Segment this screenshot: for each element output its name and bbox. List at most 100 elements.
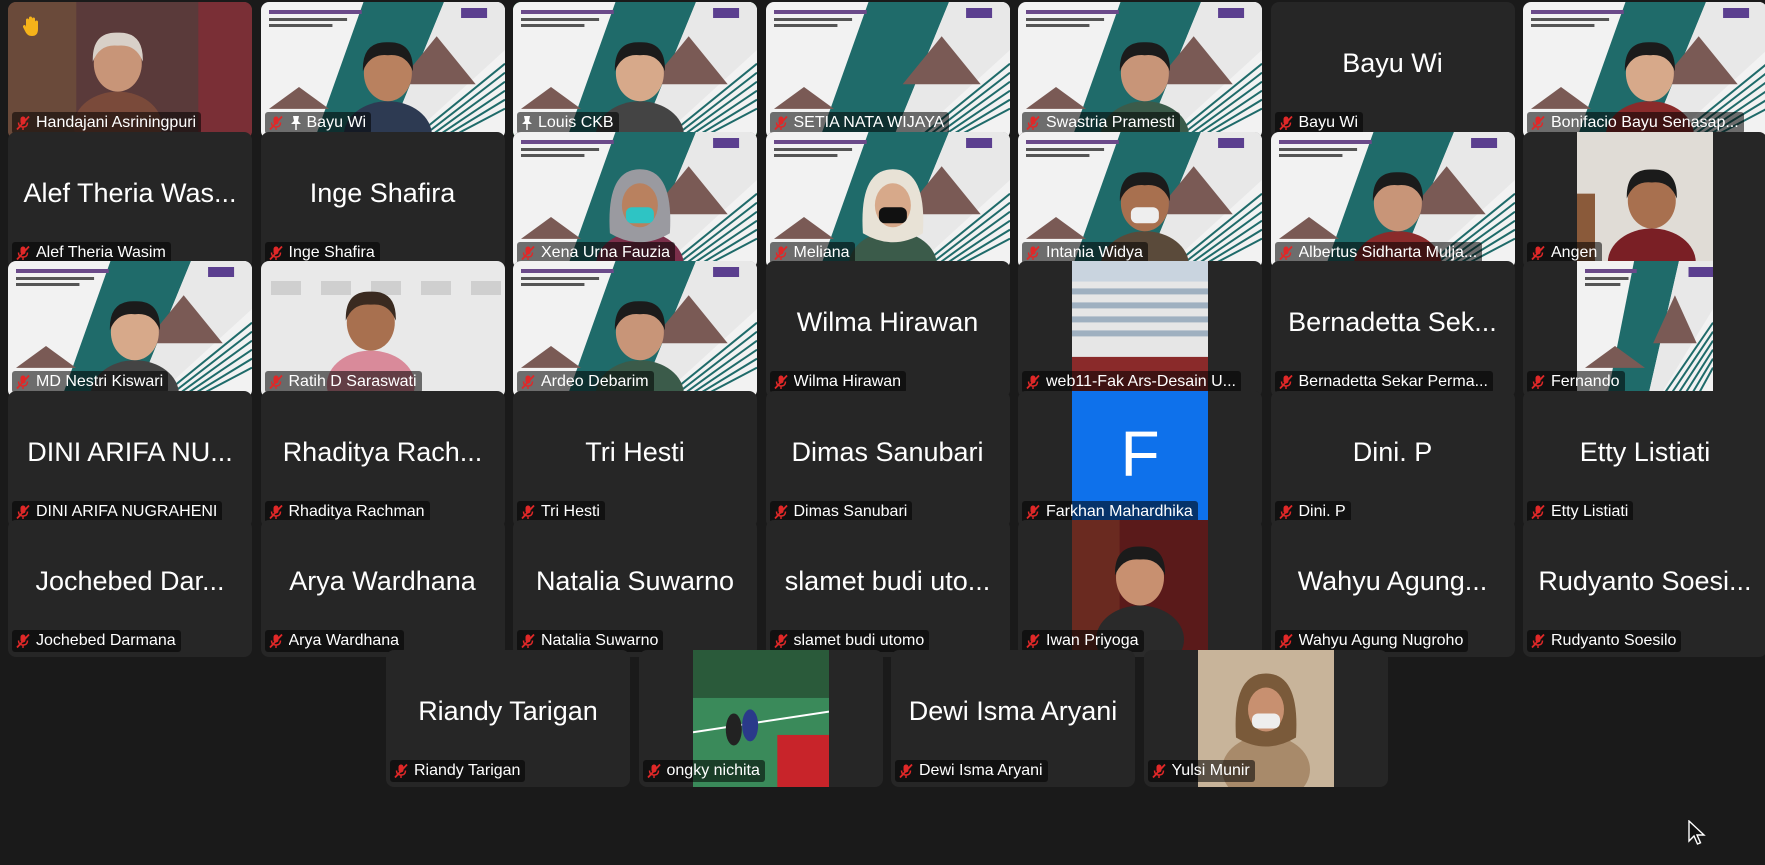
mic-muted-icon	[1026, 374, 1040, 390]
participant-name: Farkhan Mahardhika	[1046, 502, 1193, 520]
participant-tile[interactable]: Alef Theria Was... Alef Theria Wasim	[8, 131, 252, 269]
participant-tile[interactable]: Bonifacio Bayu Senasap...	[1523, 2, 1765, 139]
participant-tile[interactable]: Intania Widya	[1018, 131, 1262, 269]
mic-muted-icon	[268, 115, 283, 131]
mic-muted-icon	[1531, 374, 1545, 390]
raised-hand-icon	[22, 16, 38, 36]
participant-tile[interactable]: Natalia Suwarno Natalia Suwarno	[513, 520, 757, 657]
participant-tile[interactable]: Wilma Hirawan Wilma Hirawan	[765, 261, 1010, 398]
participant-tile[interactable]: Inge Shafira Inge Shafira	[260, 131, 505, 269]
participant-tile[interactable]: Arya Wardhana Arya Wardhana	[260, 520, 505, 657]
participant-tile[interactable]: Ardeo Debarim	[513, 261, 757, 398]
mic-muted-icon	[521, 633, 535, 649]
participant-tile[interactable]: Iwan Priyoga	[1018, 520, 1262, 657]
participant-tile[interactable]: Wahyu Agung... Wahyu Agung Nugroho	[1270, 520, 1515, 657]
mic-muted-icon	[1026, 633, 1040, 649]
mic-muted-icon	[773, 374, 788, 390]
participant-name: Arya Wardhana	[288, 632, 400, 649]
participant-name: Natalia Suwarno	[541, 632, 659, 649]
participant-name: Dimas Sanubari	[793, 502, 908, 520]
mic-muted-icon	[1278, 245, 1293, 260]
participant-name-label: Fernando	[1527, 371, 1625, 393]
participant-name: Bernadetta Sekar Perma...	[1298, 373, 1488, 390]
mic-muted-icon	[1151, 763, 1166, 778]
participant-name: Etty Listiati	[1551, 502, 1629, 520]
participant-tile[interactable]: Albertus Sidharta Mulja...	[1270, 131, 1515, 269]
mic-muted-icon	[268, 504, 283, 519]
participant-name: Iwan Priyoga	[1046, 632, 1139, 649]
participant-tile[interactable]: Dini. P Dini. P	[1270, 390, 1515, 528]
participant-name: Jochebed Darmana	[36, 632, 176, 649]
participant-tile[interactable]: Yulsi Munir	[1143, 649, 1388, 787]
participant-name: Ardeo Debarim	[541, 373, 649, 390]
participant-name-label: Dewi Isma Aryani	[895, 759, 1048, 782]
participant-name-label: Arya Wardhana	[264, 630, 405, 652]
mic-muted-icon	[773, 245, 788, 260]
participant-tile[interactable]: Xena Urna Fauzia	[513, 131, 757, 269]
participant-name-label: Jochebed Darmana	[12, 630, 181, 652]
participant-display-name: Bernadetta Sek...	[1288, 307, 1497, 337]
mic-muted-icon	[773, 115, 788, 131]
participant-name-label: Yulsi Munir	[1147, 759, 1255, 782]
participant-tile[interactable]: DINI ARIFA NU... DINI ARIFA NUGRAHENI	[8, 390, 252, 528]
participant-tile[interactable]: Handajani Asriningpuri	[8, 2, 252, 139]
participant-tile[interactable]: Dewi Isma Aryani Dewi Isma Aryani	[891, 649, 1135, 787]
participant-display-name: Jochebed Dar...	[35, 566, 225, 596]
mouse-cursor-icon	[1688, 820, 1706, 845]
participant-name: Dini. P	[1298, 502, 1346, 520]
participant-name: Riandy Tarigan	[414, 761, 521, 779]
participant-display-name: Dewi Isma Aryani	[908, 695, 1118, 726]
participant-tile[interactable]: Dimas Sanubari Dimas Sanubari	[765, 390, 1010, 528]
participant-name: Dewi Isma Aryani	[919, 761, 1043, 779]
participant-tile[interactable]: Meliana	[765, 131, 1010, 269]
mic-muted-icon	[1531, 245, 1545, 260]
participant-name: Tri Hesti	[541, 502, 600, 520]
participant-tile[interactable]: Riandy Tarigan Riandy Tarigan	[386, 649, 630, 787]
participant-tile[interactable]: Jochebed Dar... Jochebed Darmana	[8, 520, 252, 657]
participant-name: Meliana	[793, 243, 850, 261]
mic-muted-icon	[268, 633, 283, 649]
mic-muted-icon	[16, 245, 30, 260]
mic-muted-icon	[773, 633, 788, 649]
participant-tile[interactable]: Bernadetta Sek... Bernadetta Sekar Perma.…	[1270, 261, 1515, 398]
participant-tile[interactable]: Tri Hesti Tri Hesti	[513, 390, 757, 528]
participant-name: Angen	[1551, 243, 1598, 261]
participant-name: ongky nichita	[666, 761, 760, 779]
participant-tile[interactable]: Fernando	[1523, 261, 1765, 398]
mic-muted-icon	[1278, 504, 1293, 519]
participant-name: Inge Shafira	[288, 243, 375, 261]
participant-name: Rudyanto Soesilo	[1551, 632, 1677, 649]
participant-tile[interactable]: Ratih D Saraswati	[260, 261, 505, 398]
participant-tile[interactable]: Bayu Wi Bayu Wi	[1270, 2, 1515, 139]
participant-display-name: Tri Hesti	[585, 436, 685, 467]
participant-tile[interactable]: SETIA NATA WIJAYA	[765, 2, 1010, 139]
participant-tile[interactable]: Rudyanto Soesi... Rudyanto Soesilo	[1523, 520, 1765, 657]
mic-muted-icon	[773, 504, 788, 519]
mic-muted-icon	[1278, 115, 1293, 131]
participant-display-name: Alef Theria Was...	[23, 177, 237, 208]
participant-tile[interactable]: slamet budi uto... slamet budi utomo	[765, 520, 1010, 657]
participant-name-label: Ardeo Debarim	[517, 371, 654, 393]
participant-name: web11-Fak Ars-Desain U...	[1046, 373, 1236, 390]
participant-tile[interactable]: Rhaditya Rach... Rhaditya Rachman	[260, 390, 505, 528]
participant-tile[interactable]: Bayu Wi	[260, 2, 505, 139]
participant-tile[interactable]: Louis CKB	[513, 2, 757, 139]
participant-tile[interactable]: ongky nichita	[638, 649, 883, 787]
participant-tile[interactable]: Etty Listiati Etty Listiati	[1523, 390, 1765, 528]
participant-tile[interactable]: Swastria Pramesti	[1018, 2, 1262, 139]
participant-name-label: Rudyanto Soesilo	[1527, 630, 1682, 652]
mic-muted-icon	[16, 374, 30, 390]
participant-tile[interactable]: MD Nestri Kiswari	[8, 261, 252, 398]
mic-muted-icon	[646, 763, 661, 778]
participant-tile[interactable]: F Farkhan Mahardhika	[1018, 390, 1262, 528]
participant-tile[interactable]: Angen	[1523, 131, 1765, 269]
mic-muted-icon	[521, 374, 535, 390]
participant-tile[interactable]: web11-Fak Ars-Desain U...	[1018, 261, 1262, 398]
participant-name: Rhaditya Rachman	[288, 502, 425, 520]
participant-name-label: ongky nichita	[642, 759, 765, 782]
mic-muted-icon	[268, 374, 283, 390]
mic-muted-icon	[16, 504, 30, 519]
participant-name: Ratih D Saraswati	[288, 373, 417, 390]
participant-display-name: slamet budi uto...	[784, 566, 991, 596]
mic-muted-icon	[1278, 633, 1293, 649]
